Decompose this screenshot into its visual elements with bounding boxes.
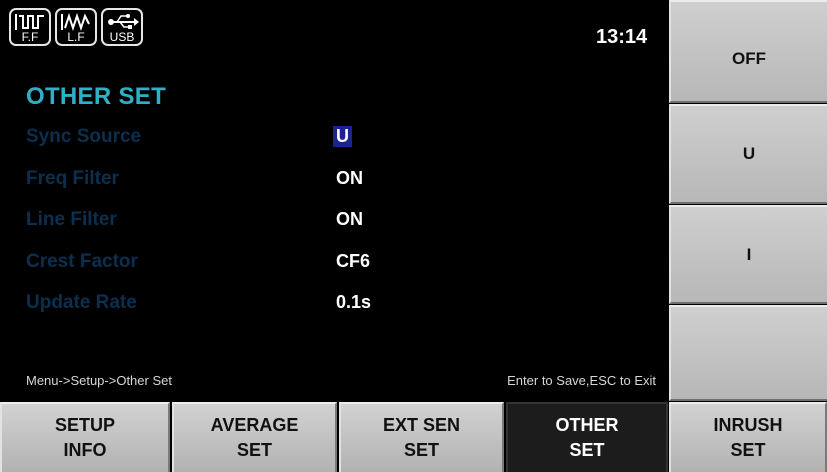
tab-other-set-line1: OTHER	[555, 415, 619, 435]
setting-label-sync-source: Sync Source	[26, 126, 142, 147]
clock: 13:14	[596, 26, 648, 48]
tab-setup-info-line1: SETUP	[54, 415, 115, 435]
usb-icon: USB	[101, 8, 143, 46]
tab-inrush-set-line2: SET	[730, 440, 766, 460]
tab-setup-info-line2: INFO	[63, 440, 107, 460]
freq-filter-icon: F.F	[9, 8, 51, 46]
tab-setup-info[interactable]: SETUP INFO	[0, 402, 170, 472]
line-filter-label: L.F	[67, 30, 85, 44]
key-hint: Enter to Save,ESC to Exit	[507, 373, 656, 388]
tab-average-set[interactable]: AVERAGE SET	[172, 402, 337, 472]
tab-ext-sen-set[interactable]: EXT SEN SET	[339, 402, 504, 472]
setting-label-crest-factor: Crest Factor	[26, 251, 138, 272]
setting-value-update-rate[interactable]: 0.1s	[336, 292, 371, 313]
setting-value-line-filter[interactable]: ON	[336, 209, 363, 230]
setting-value-freq-filter[interactable]: ON	[336, 168, 363, 189]
setting-label-freq-filter: Freq Filter	[26, 168, 119, 189]
line-filter-icon: L.F	[55, 8, 97, 46]
softkey-i-label: I	[746, 244, 752, 264]
setting-label-update-rate: Update Rate	[26, 292, 137, 313]
tab-ext-sen-set-line2: SET	[403, 440, 439, 460]
softkey-i[interactable]: I	[669, 205, 827, 304]
tab-other-set[interactable]: OTHER SET	[506, 402, 668, 472]
softkey-u[interactable]: U	[669, 104, 827, 204]
softkey-u-label: U	[742, 144, 756, 163]
setting-value-crest-factor[interactable]: CF6	[336, 251, 370, 272]
status-icons: F.F L.F USB	[9, 8, 143, 46]
tab-other-set-line2: SET	[569, 440, 605, 460]
tab-ext-sen-set-line1: EXT SEN	[382, 415, 461, 435]
tab-average-set-line1: AVERAGE	[210, 415, 299, 435]
instrument-screen: F.F L.F USB 13:14 OTHER SET Sync Source	[0, 0, 827, 472]
softkey-blank[interactable]	[669, 305, 827, 401]
softkey-off[interactable]: OFF	[669, 0, 827, 103]
setting-label-line-filter: Line Filter	[26, 209, 117, 230]
usb-label: USB	[109, 30, 135, 44]
tab-average-set-line2: SET	[236, 440, 272, 460]
setting-value-sync-source[interactable]: U	[333, 126, 352, 147]
tab-inrush-set-line1: INRUSH	[713, 415, 783, 435]
softkey-off-label: OFF	[732, 48, 766, 68]
tab-inrush-set[interactable]: INRUSH SET	[669, 402, 827, 472]
freq-filter-label: F.F	[21, 30, 39, 44]
page-title: OTHER SET	[26, 83, 167, 110]
breadcrumb: Menu->Setup->Other Set	[26, 373, 172, 388]
